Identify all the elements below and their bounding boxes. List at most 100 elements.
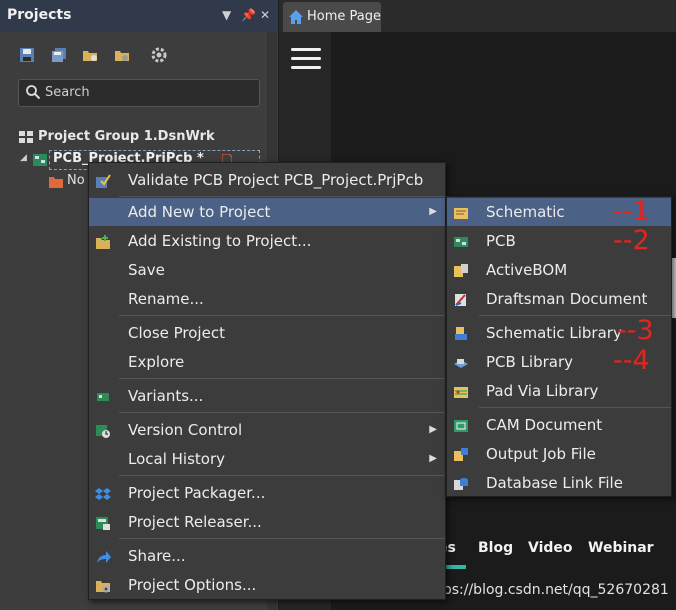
validate-icon <box>96 174 111 188</box>
panel-title: Projects <box>7 7 72 23</box>
save-all-icon[interactable] <box>51 47 67 63</box>
search-icon <box>26 85 41 100</box>
search-input[interactable]: Search <box>18 79 260 107</box>
panel-toolbar <box>0 32 278 76</box>
submenu-item-database-link[interactable]: Database Link File <box>447 469 671 497</box>
submenu-item-label: Pad Via Library <box>486 382 599 400</box>
submenu-item-label: Schematic Library <box>486 324 622 342</box>
menu-item-label: Rename... <box>128 290 204 308</box>
menu-item-project-releaser[interactable]: Project Releaser... <box>89 508 445 536</box>
project-context-menu: Validate PCB Project PCB_Project.PrjPcb … <box>88 162 446 600</box>
submenu-item-output-job[interactable]: Output Job File <box>447 440 671 468</box>
menu-separator <box>119 475 445 476</box>
panel-header: Projects ▼ 📌 ✕ <box>0 0 278 32</box>
menu-item-share[interactable]: Share... <box>89 542 445 570</box>
tab-home-page[interactable]: Home Page <box>283 2 381 32</box>
menu-item-label: Add Existing to Project... <box>128 232 312 250</box>
tree-item-folder[interactable]: No <box>0 172 90 192</box>
folder-settings-icon[interactable] <box>114 47 130 63</box>
add-existing-icon <box>96 235 110 249</box>
version-control-icon <box>96 425 110 438</box>
watermark-text: https://blog.csdn.net/qq_52670281 <box>423 582 669 598</box>
schematic-icon <box>454 208 468 219</box>
menu-item-label: Local History <box>128 450 226 468</box>
menu-item-save[interactable]: Save <box>89 256 445 284</box>
panel-menu-dropdown-icon[interactable]: ▼ <box>222 8 231 22</box>
web-nav-item-video[interactable]: Video <box>528 540 573 556</box>
annotation-2: --2 <box>613 225 650 256</box>
search-placeholder: Search <box>45 85 90 100</box>
save-icon[interactable] <box>19 47 35 63</box>
pcb-library-icon <box>454 359 468 368</box>
menu-item-explore[interactable]: Explore <box>89 348 445 376</box>
menu-separator <box>479 407 671 408</box>
menu-item-variants[interactable]: Variants... <box>89 382 445 410</box>
submenu-item-label: CAM Document <box>486 416 603 434</box>
menu-item-local-history[interactable]: Local History ▶ <box>89 445 445 473</box>
output-job-icon <box>454 448 468 461</box>
folder-icon <box>49 177 63 188</box>
annotation-1: --1 <box>613 196 650 227</box>
submenu-arrow-icon: ▶ <box>429 424 437 435</box>
menu-item-label: Variants... <box>128 387 204 405</box>
tree-item-project-group[interactable]: Project Group 1.DsnWrk <box>0 128 270 148</box>
menu-separator <box>119 412 445 413</box>
panel-pin-icon[interactable]: 📌 <box>241 8 256 22</box>
menu-item-project-options[interactable]: Project Options... <box>89 571 445 599</box>
expand-triangle-icon[interactable]: ◢ <box>20 153 27 163</box>
menu-separator <box>119 538 445 539</box>
menu-item-label: Add New to Project <box>128 203 271 221</box>
pad-via-library-icon <box>454 387 468 398</box>
submenu-item-draftsman[interactable]: Draftsman Document <box>447 285 671 313</box>
tab-home-page-label: Home Page <box>307 9 381 24</box>
menu-separator <box>119 315 445 316</box>
menu-item-version-control[interactable]: Version Control ▶ <box>89 416 445 444</box>
annotation-3: --3 <box>617 315 654 346</box>
releaser-icon <box>96 517 110 530</box>
pcb-icon <box>454 237 468 247</box>
menu-item-add-new[interactable]: Add New to Project ▶ <box>89 198 445 226</box>
menu-item-close-project[interactable]: Close Project <box>89 319 445 347</box>
activebom-icon <box>454 264 468 277</box>
workspace-icon <box>19 131 33 143</box>
menu-item-project-packager[interactable]: Project Packager... <box>89 479 445 507</box>
submenu-item-pad-via-library[interactable]: Pad Via Library <box>447 377 671 405</box>
submenu-arrow-icon: ▶ <box>429 206 437 217</box>
home-icon <box>289 10 303 24</box>
submenu-item-label: PCB Library <box>486 353 574 371</box>
schematic-library-icon <box>455 327 467 340</box>
submenu-item-label: Database Link File <box>486 474 623 492</box>
menu-item-validate[interactable]: Validate PCB Project PCB_Project.PrjPcb <box>89 166 445 194</box>
share-arrow-icon <box>97 551 111 563</box>
menu-separator <box>119 196 445 197</box>
menu-item-label: Project Packager... <box>128 484 266 502</box>
menu-item-label: Validate PCB Project PCB_Project.PrjPcb <box>128 171 424 189</box>
hamburger-menu-icon[interactable] <box>291 48 323 69</box>
gear-icon[interactable] <box>151 47 167 63</box>
submenu-item-label: Schematic <box>486 203 565 221</box>
menu-item-label: Close Project <box>128 324 225 342</box>
panel-close-icon[interactable]: ✕ <box>260 8 270 22</box>
submenu-item-activebom[interactable]: ActiveBOM <box>447 256 671 284</box>
tree-folder-label: No <box>67 173 85 188</box>
project-options-icon <box>96 581 110 593</box>
web-nav-item-webinar[interactable]: Webinar <box>588 540 654 556</box>
menu-item-label: Project Releaser... <box>128 513 262 531</box>
annotation-4: --4 <box>613 345 650 376</box>
variants-icon <box>97 393 109 401</box>
menu-item-label: Save <box>128 261 165 279</box>
submenu-item-cam-document[interactable]: CAM Document <box>447 411 671 439</box>
web-nav-item-blog[interactable]: Blog <box>478 540 513 556</box>
submenu-item-label: PCB <box>486 232 516 250</box>
menu-item-add-existing[interactable]: Add Existing to Project... <box>89 227 445 255</box>
cam-document-icon <box>454 420 468 432</box>
draftsman-icon <box>455 294 466 306</box>
database-link-icon <box>454 478 468 490</box>
submenu-item-label: ActiveBOM <box>486 261 568 279</box>
menu-item-label: Share... <box>128 547 186 565</box>
menu-item-rename[interactable]: Rename... <box>89 285 445 313</box>
open-folder-icon[interactable] <box>82 47 98 63</box>
menu-separator <box>119 378 445 379</box>
menu-item-label: Version Control <box>128 421 243 439</box>
dropbox-packager-icon <box>95 488 111 500</box>
